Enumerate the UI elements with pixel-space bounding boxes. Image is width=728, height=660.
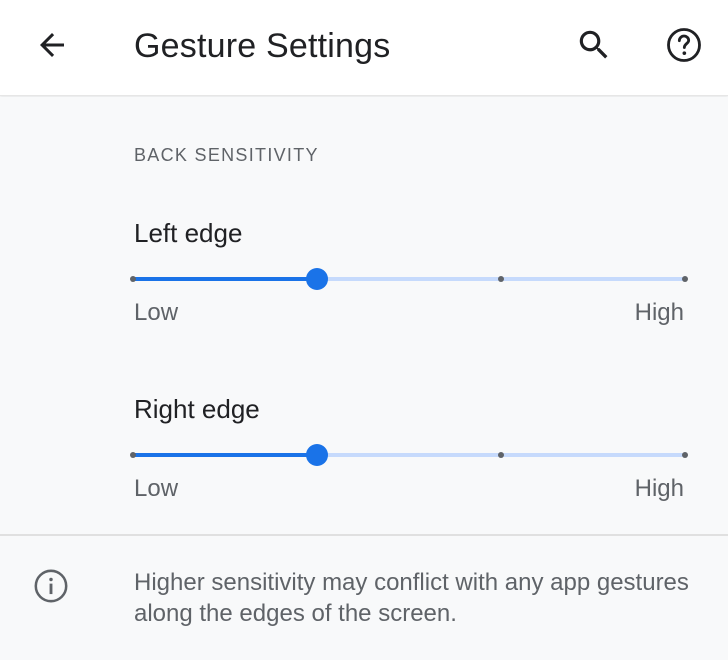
right-edge-slider[interactable] xyxy=(130,439,688,471)
left-edge-slider[interactable] xyxy=(130,263,688,295)
slider-tick xyxy=(682,452,688,458)
slider-thumb[interactable] xyxy=(306,268,328,290)
right-edge-title: Right edge xyxy=(134,394,260,424)
page-title: Gesture Settings xyxy=(134,27,391,65)
slider-tick xyxy=(498,452,504,458)
slider-tick xyxy=(498,276,504,282)
divider xyxy=(0,534,728,536)
back-button[interactable] xyxy=(28,21,76,69)
left-edge-low-label: Low xyxy=(134,299,179,326)
right-edge-high-label: High xyxy=(634,475,684,502)
app-bar: Gesture Settings xyxy=(0,0,728,96)
info-icon xyxy=(34,569,68,603)
help-button[interactable] xyxy=(660,21,708,69)
left-edge-title: Left edge xyxy=(134,218,243,248)
slider-tick xyxy=(130,276,136,282)
slider-track-active xyxy=(133,277,317,281)
slider-track-active xyxy=(133,453,317,457)
arrow-back-icon xyxy=(40,33,64,57)
search-icon xyxy=(579,30,608,59)
help-icon xyxy=(667,28,701,62)
right-edge-low-label: Low xyxy=(134,475,179,502)
slider-tick xyxy=(130,452,136,458)
section-header: BACK SENSITIVITY xyxy=(134,145,319,165)
slider-tick xyxy=(682,276,688,282)
sensitivity-info-text: Higher sensitivity may conflict with any… xyxy=(134,569,689,627)
slider-thumb[interactable] xyxy=(306,444,328,466)
search-button[interactable] xyxy=(570,21,618,69)
left-edge-high-label: High xyxy=(634,299,684,326)
